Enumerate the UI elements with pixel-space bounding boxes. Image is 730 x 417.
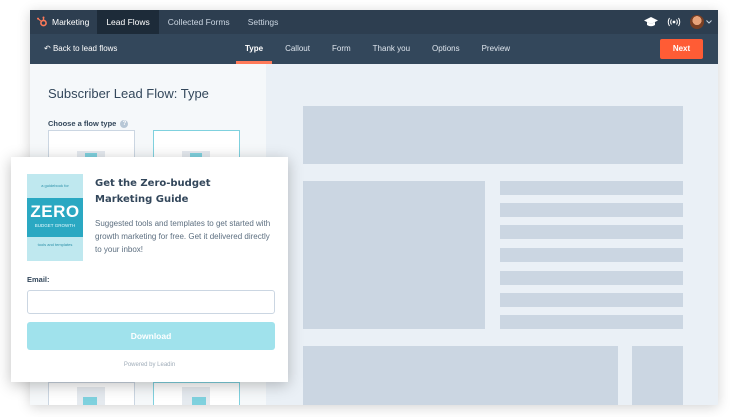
popup-description: Suggested tools and templates to get sta… [95,219,271,254]
hubspot-logo-icon [37,16,47,27]
flow-type-label-text: Choose a flow type [48,119,117,128]
preview-text-line [500,248,683,262]
preview-footer-block [303,346,618,405]
chevron-down-icon[interactable] [706,20,712,24]
preview-text-line [500,293,683,307]
nav-collected-forms[interactable]: Collected Forms [159,10,239,34]
top-right-tools [644,10,712,34]
email-label: Email: [27,275,50,284]
nav-settings[interactable]: Settings [239,10,288,34]
next-button[interactable]: Next [660,39,703,59]
editor-toolbar: ↶ Back to lead flows Type Callout Form T… [30,34,718,64]
tab-options[interactable]: Options [421,34,471,64]
back-label: Back to lead flows [52,44,118,53]
flow-type-card-slide-in-right[interactable] [153,382,240,405]
brand-menu[interactable]: Marketing [30,10,97,34]
download-button[interactable]: Download [27,322,275,350]
preview-text-line [500,271,683,285]
flow-type-card-slide-in-left[interactable] [48,382,135,405]
preview-text-line [500,225,683,239]
page-preview [266,64,718,405]
top-navigation: Marketing Lead Flows Collected Forms Set… [30,10,718,34]
brand-label: Marketing [52,17,90,27]
book-title: ZERO [30,202,80,221]
page-title: Subscriber Lead Flow: Type [48,86,209,101]
preview-text-line [500,315,683,329]
tab-thank-you[interactable]: Thank you [362,34,421,64]
nav-lead-flows[interactable]: Lead Flows [97,10,159,34]
back-arrow-icon: ↶ [44,44,51,53]
tab-type[interactable]: Type [234,34,274,64]
editor-tabs: Type Callout Form Thank you Options Prev… [234,34,521,64]
ebook-cover-image: a guidebook for ZERO BUDGET GROWTH tools… [27,174,83,261]
broadcast-icon[interactable] [667,17,681,27]
academy-icon[interactable] [644,17,658,27]
email-field[interactable] [27,290,275,314]
powered-by-text: Powered by Leadin [123,362,176,368]
preview-image-block [303,181,485,329]
preview-hero-block [303,106,683,164]
help-icon[interactable]: ? [120,120,129,128]
tab-form[interactable]: Form [321,34,362,64]
tab-preview[interactable]: Preview [471,34,521,64]
lead-flow-popup: a guidebook for ZERO BUDGET GROWTH tools… [11,157,288,382]
flow-type-label: Choose a flow type ? [48,119,129,128]
book-subtitle: BUDGET GROWTH [34,223,76,228]
book-bottom-text: tools and templates [37,242,73,247]
book-title-band: ZERO BUDGET GROWTH [27,198,83,237]
back-link[interactable]: ↶ Back to lead flows [44,34,117,64]
flow-type-thumbnail [182,387,210,405]
tab-callout[interactable]: Callout [274,34,321,64]
preview-text-line [500,181,683,195]
preview-sidebar-block [632,346,683,405]
flow-type-thumbnail [77,387,105,405]
preview-text-line [500,203,683,217]
popup-title: Get the Zero-budget Marketing Guide [95,178,211,205]
book-top-text: a guidebook for [41,183,69,188]
avatar[interactable] [690,15,704,29]
